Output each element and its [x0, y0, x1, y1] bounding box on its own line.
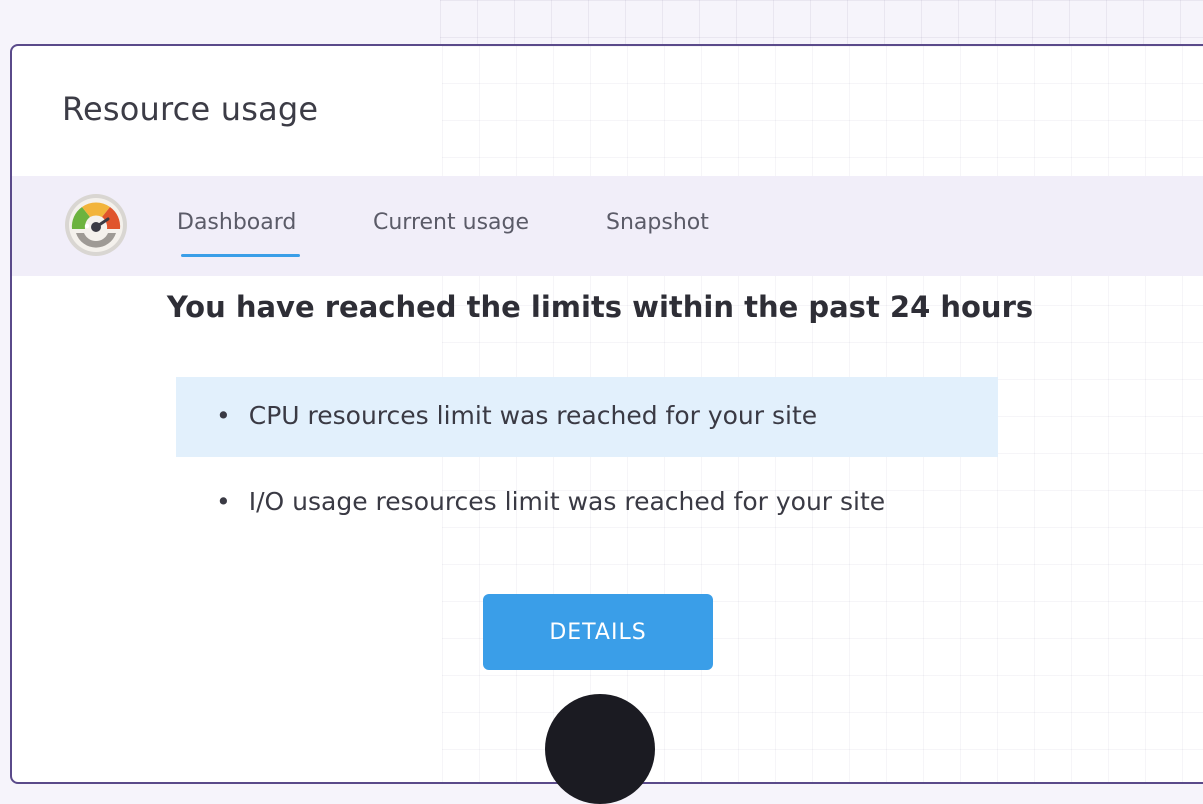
bullet: •	[216, 401, 231, 430]
tab-bar: Dashboard Current usage Snapshot	[12, 176, 1203, 276]
tab-dashboard[interactable]: Dashboard	[177, 210, 301, 257]
details-button[interactable]: DETAILS	[483, 594, 713, 670]
avatar	[545, 694, 655, 804]
alert-item-text: CPU resources limit was reached for your…	[248, 401, 818, 430]
gauge-icon	[65, 194, 127, 256]
bullet: •	[216, 487, 231, 516]
tab-snapshot[interactable]: Snapshot	[606, 210, 709, 235]
alert-item-text: I/O usage resources limit was reached fo…	[248, 487, 886, 516]
alert-item-cpu: • CPU resources limit was reached for you…	[176, 377, 998, 457]
alert-item-io: • I/O usage resources limit was reached f…	[216, 487, 885, 516]
tab-current-usage[interactable]: Current usage	[373, 210, 529, 235]
limits-heading: You have reached the limits within the p…	[166, 290, 1034, 324]
panel-title: Resource usage	[62, 90, 319, 128]
